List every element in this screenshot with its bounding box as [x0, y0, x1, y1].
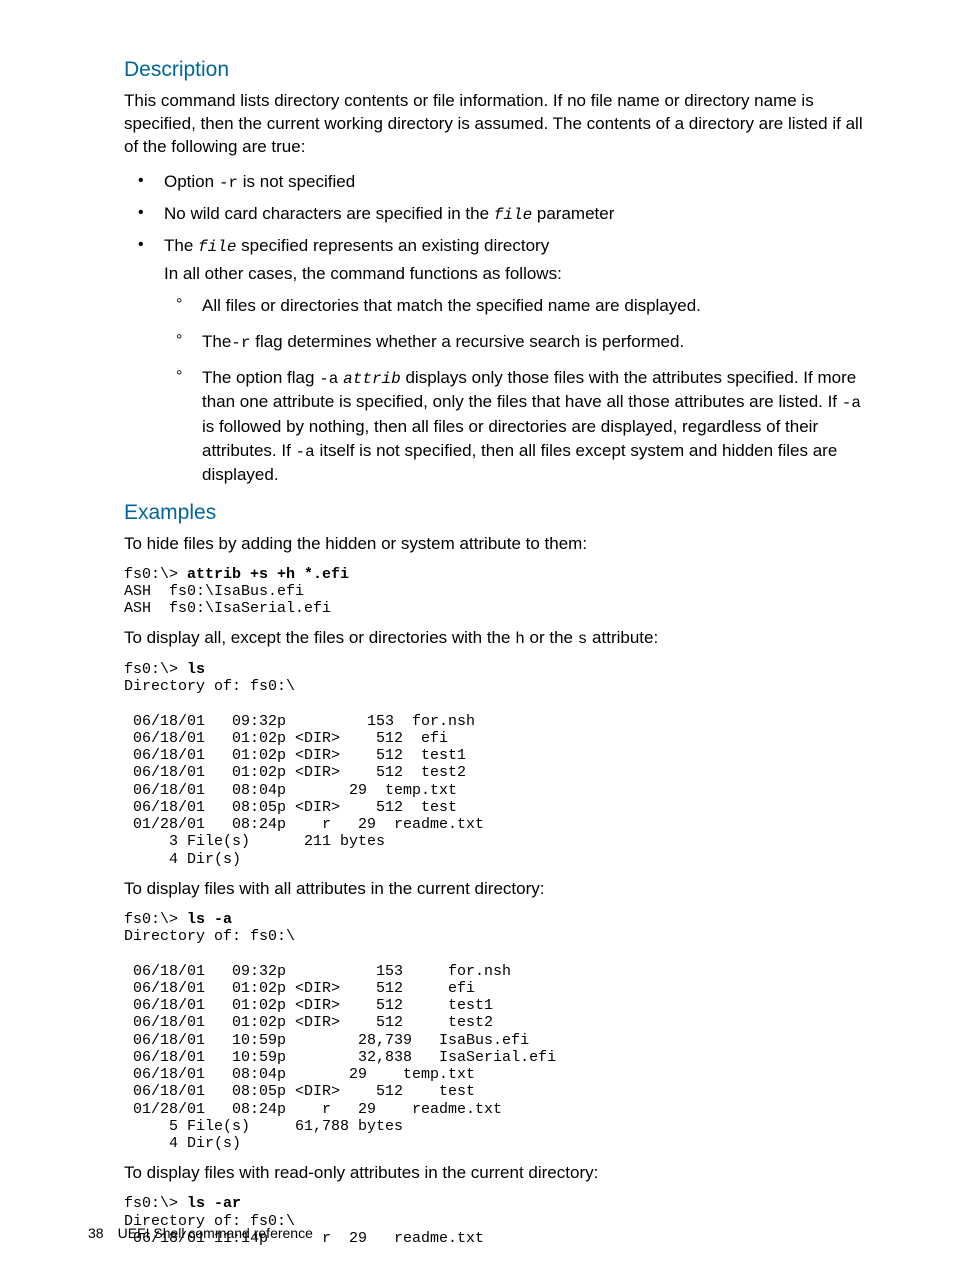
- text: or the: [525, 628, 578, 647]
- heading-description: Description: [124, 58, 866, 82]
- output: Directory of: fs0:\ 06/18/01 09:32p 153 …: [124, 678, 493, 868]
- description-bullets: Option -r is not specified No wild card …: [124, 169, 866, 487]
- bullet-file-dir: The file specified represents an existin…: [124, 233, 866, 487]
- text: flag determines whether a recursive sear…: [251, 332, 685, 351]
- sub-bullet-recursive: The-r flag determines whether a recursiv…: [164, 330, 866, 354]
- code: attrib: [343, 370, 401, 388]
- code-block-3: fs0:\> ls -a Directory of: fs0:\ 06/18/0…: [124, 911, 866, 1153]
- prompt: fs0:\>: [124, 566, 187, 583]
- code: file: [198, 238, 236, 256]
- code: h: [515, 630, 525, 648]
- code: s: [578, 630, 588, 648]
- output: ASH fs0:\IsaBus.efi ASH fs0:\IsaSerial.e…: [124, 583, 331, 617]
- code: -r: [219, 174, 238, 192]
- code: -a: [296, 443, 315, 461]
- bullet-option-r: Option -r is not specified: [124, 169, 866, 195]
- text: The: [164, 236, 198, 255]
- code-block-1: fs0:\> attrib +s +h *.efi ASH fs0:\IsaBu…: [124, 566, 866, 618]
- prompt: fs0:\>: [124, 661, 187, 678]
- code-block-2: fs0:\> ls Directory of: fs0:\ 06/18/01 0…: [124, 661, 866, 868]
- page: Description This command lists directory…: [0, 0, 954, 1271]
- page-footer: 38 UEFI Shell command reference: [88, 1225, 313, 1241]
- code: -a: [319, 370, 338, 388]
- sub-bullet-match: All files or directories that match the …: [164, 294, 866, 318]
- sub-bullet-attrib: The option flag -a attrib displays only …: [164, 366, 866, 487]
- text: is not specified: [238, 172, 355, 191]
- description-sub-bullets: All files or directories that match the …: [164, 294, 866, 487]
- text: attribute:: [587, 628, 658, 647]
- text: The: [202, 332, 231, 351]
- examples-p3: To display files with all attributes in …: [124, 878, 866, 901]
- text: specified represents an existing directo…: [236, 236, 549, 255]
- text: To display all, except the files or dire…: [124, 628, 515, 647]
- code: -r: [231, 334, 250, 352]
- examples-p1: To hide files by adding the hidden or sy…: [124, 533, 866, 556]
- description-intro: This command lists directory contents or…: [124, 90, 866, 159]
- code: file: [494, 206, 532, 224]
- code: -a: [842, 394, 861, 412]
- command: attrib +s +h *.efi: [187, 566, 349, 583]
- footer-title: UEFI Shell command reference: [118, 1225, 313, 1241]
- text: The option flag: [202, 368, 319, 387]
- command: ls: [187, 661, 205, 678]
- text: parameter: [532, 204, 614, 223]
- text: No wild card characters are specified in…: [164, 204, 494, 223]
- heading-examples: Examples: [124, 501, 866, 525]
- command: ls -a: [187, 911, 232, 928]
- sub-intro: In all other cases, the command function…: [164, 263, 866, 286]
- page-number: 38: [88, 1225, 104, 1241]
- command: ls -ar: [187, 1195, 241, 1212]
- prompt: fs0:\>: [124, 1195, 187, 1212]
- text: Option: [164, 172, 219, 191]
- bullet-wildcard: No wild card characters are specified in…: [124, 201, 866, 227]
- output: Directory of: fs0:\ 06/18/01 09:32p 153 …: [124, 928, 565, 1152]
- prompt: fs0:\>: [124, 911, 187, 928]
- examples-p4: To display files with read-only attribut…: [124, 1162, 866, 1185]
- examples-p2: To display all, except the files or dire…: [124, 627, 866, 651]
